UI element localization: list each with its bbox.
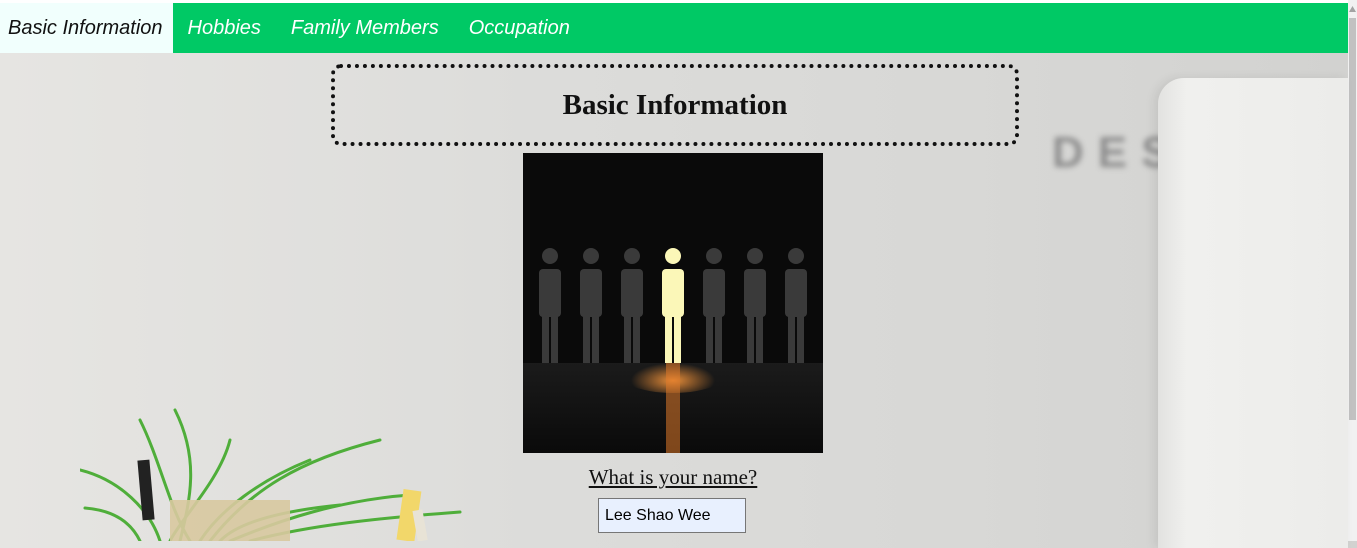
vertical-scrollbar[interactable] bbox=[1348, 0, 1357, 541]
nav-basic-information[interactable]: Basic Information bbox=[0, 3, 173, 53]
top-nav: Basic Information Hobbies Family Members… bbox=[0, 3, 1348, 53]
nav-occupation[interactable]: Occupation bbox=[454, 3, 585, 53]
background-monitor bbox=[1158, 78, 1348, 548]
scrollbar-thumb[interactable] bbox=[1349, 18, 1356, 420]
name-input[interactable] bbox=[598, 498, 746, 533]
page-title: Basic Information bbox=[562, 88, 788, 121]
nav-hobbies[interactable]: Hobbies bbox=[173, 3, 276, 53]
scroll-up-arrow-icon[interactable] bbox=[1349, 5, 1356, 13]
heading-box: Basic Information bbox=[331, 64, 1019, 146]
standout-figure-image bbox=[523, 153, 823, 453]
nav-family-members[interactable]: Family Members bbox=[276, 3, 454, 53]
name-question-label: What is your name? bbox=[588, 465, 758, 489]
plant-pencil-cup-image bbox=[80, 408, 462, 541]
